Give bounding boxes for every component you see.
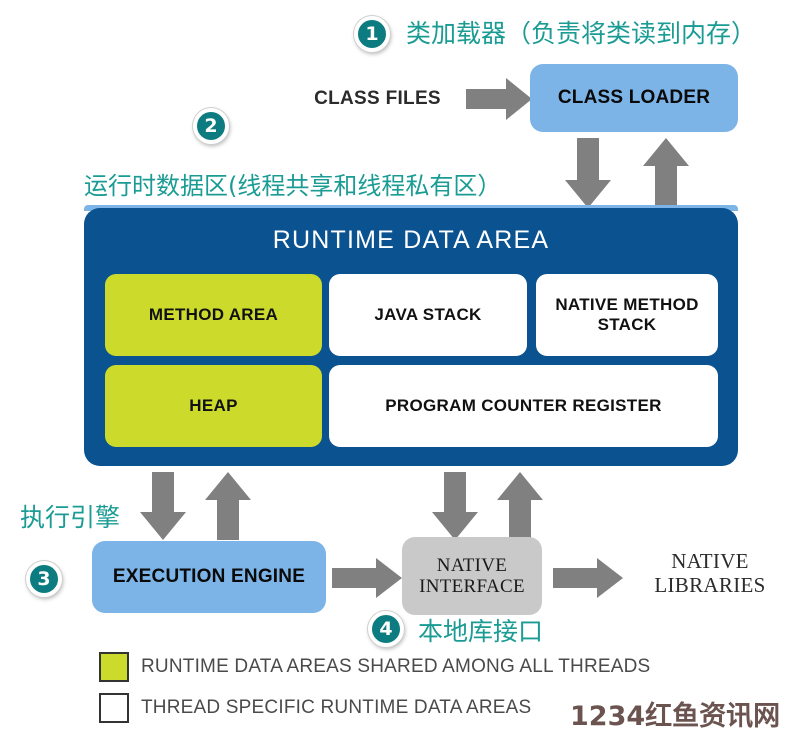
native-libraries-label: NATIVE LIBRARIES [654, 549, 766, 598]
arrow-native-interface-to-libraries [553, 558, 623, 598]
legend-label-shared: RUNTIME DATA AREAS SHARED AMONG ALL THRE… [141, 656, 651, 677]
legend-label-thread-specific: THREAD SPECIFIC RUNTIME DATA AREAS [141, 697, 532, 718]
step-number-4: 4 [368, 611, 404, 647]
native-method-stack-box[interactable]: NATIVE METHOD STACK [536, 274, 718, 356]
annotation-execution-engine: 执行引擎 [20, 503, 121, 532]
native-interface-box[interactable]: NATIVE INTERFACE [402, 537, 542, 615]
method-area-box[interactable]: METHOD AREA [105, 274, 322, 356]
class-loader-box[interactable]: CLASS LOADER [530, 64, 738, 132]
class-files-label: CLASS FILES [314, 88, 441, 109]
heap-label: HEAP [189, 396, 238, 416]
arrow-runtime-to-loader-up [643, 138, 689, 208]
legend-row-shared: RUNTIME DATA AREAS SHARED AMONG ALL THRE… [99, 652, 650, 682]
step-number-2: 2 [193, 108, 229, 144]
annotation-native-interface: 本地库接口 [418, 617, 544, 646]
program-counter-register-label: PROGRAM COUNTER REGISTER [385, 396, 662, 416]
execution-engine-box[interactable]: EXECUTION ENGINE [92, 541, 326, 613]
arrow-runtime-to-native-down [432, 472, 478, 540]
java-stack-box[interactable]: JAVA STACK [329, 274, 527, 356]
arrow-engine-to-runtime-up [205, 472, 251, 540]
legend-swatch-green [99, 652, 129, 682]
annotation-runtime-data-area: 运行时数据区(线程共享和线程私有区） [84, 172, 502, 200]
runtime-data-area-box: RUNTIME DATA AREA METHOD AREA JAVA STACK… [84, 208, 738, 466]
method-area-label: METHOD AREA [148, 305, 279, 325]
runtime-data-area-title: RUNTIME DATA AREA [272, 226, 550, 254]
arrow-loader-to-runtime-down [565, 138, 611, 208]
arrow-class-files-to-loader [466, 78, 532, 120]
arrow-engine-to-native-interface [332, 558, 402, 598]
arrow-native-to-runtime-up [497, 472, 543, 540]
annotation-class-loader: 类加载器（负责将类读到内存） [406, 19, 757, 48]
java-stack-label: JAVA STACK [374, 305, 482, 325]
jvm-architecture-diagram: 1 类加载器（负责将类读到内存） CLASS FILES CLASS LOADE… [0, 0, 804, 737]
legend-row-thread-specific: THREAD SPECIFIC RUNTIME DATA AREAS [99, 693, 531, 723]
step-number-1: 1 [354, 16, 390, 52]
program-counter-register-box[interactable]: PROGRAM COUNTER REGISTER [329, 365, 718, 447]
execution-engine-label: EXECUTION ENGINE [112, 566, 306, 588]
legend-swatch-white [99, 693, 129, 723]
native-interface-label: NATIVE INTERFACE [419, 554, 525, 597]
step-number-3: 3 [26, 561, 62, 597]
native-method-stack-label: NATIVE METHOD STACK [555, 295, 699, 334]
heap-box[interactable]: HEAP [105, 365, 322, 447]
watermark: 1234红鱼资讯网 [570, 701, 781, 732]
class-loader-label: CLASS LOADER [557, 87, 711, 109]
arrow-runtime-to-engine-down [140, 472, 186, 540]
